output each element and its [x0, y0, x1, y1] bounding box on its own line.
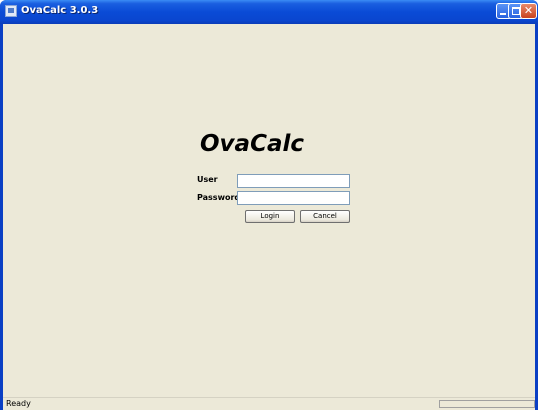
- app-window-icon[interactable]: [5, 5, 17, 17]
- password-label: Password: [197, 193, 241, 202]
- password-input[interactable]: [237, 191, 350, 205]
- user-input[interactable]: [237, 174, 350, 188]
- user-label: User: [197, 175, 218, 184]
- close-button[interactable]: ✕: [520, 3, 537, 19]
- app-window: OvaCalc 3.0.3 ✕ OvaCalc User Password Lo…: [0, 0, 538, 410]
- close-icon: ✕: [523, 4, 534, 17]
- status-bar: Ready: [3, 397, 535, 410]
- status-progress-bar: [439, 400, 535, 408]
- title-bar[interactable]: OvaCalc 3.0.3 ✕: [0, 0, 538, 24]
- minimize-icon: [500, 13, 506, 15]
- window-title: OvaCalc 3.0.3: [21, 5, 99, 16]
- login-button[interactable]: Login: [245, 210, 295, 223]
- cancel-button[interactable]: Cancel: [300, 210, 350, 223]
- login-panel: OvaCalc User Password Login Cancel: [3, 24, 535, 397]
- maximize-icon: [512, 7, 520, 15]
- app-logo-text: OvaCalc: [200, 131, 304, 157]
- status-text: Ready: [6, 399, 31, 408]
